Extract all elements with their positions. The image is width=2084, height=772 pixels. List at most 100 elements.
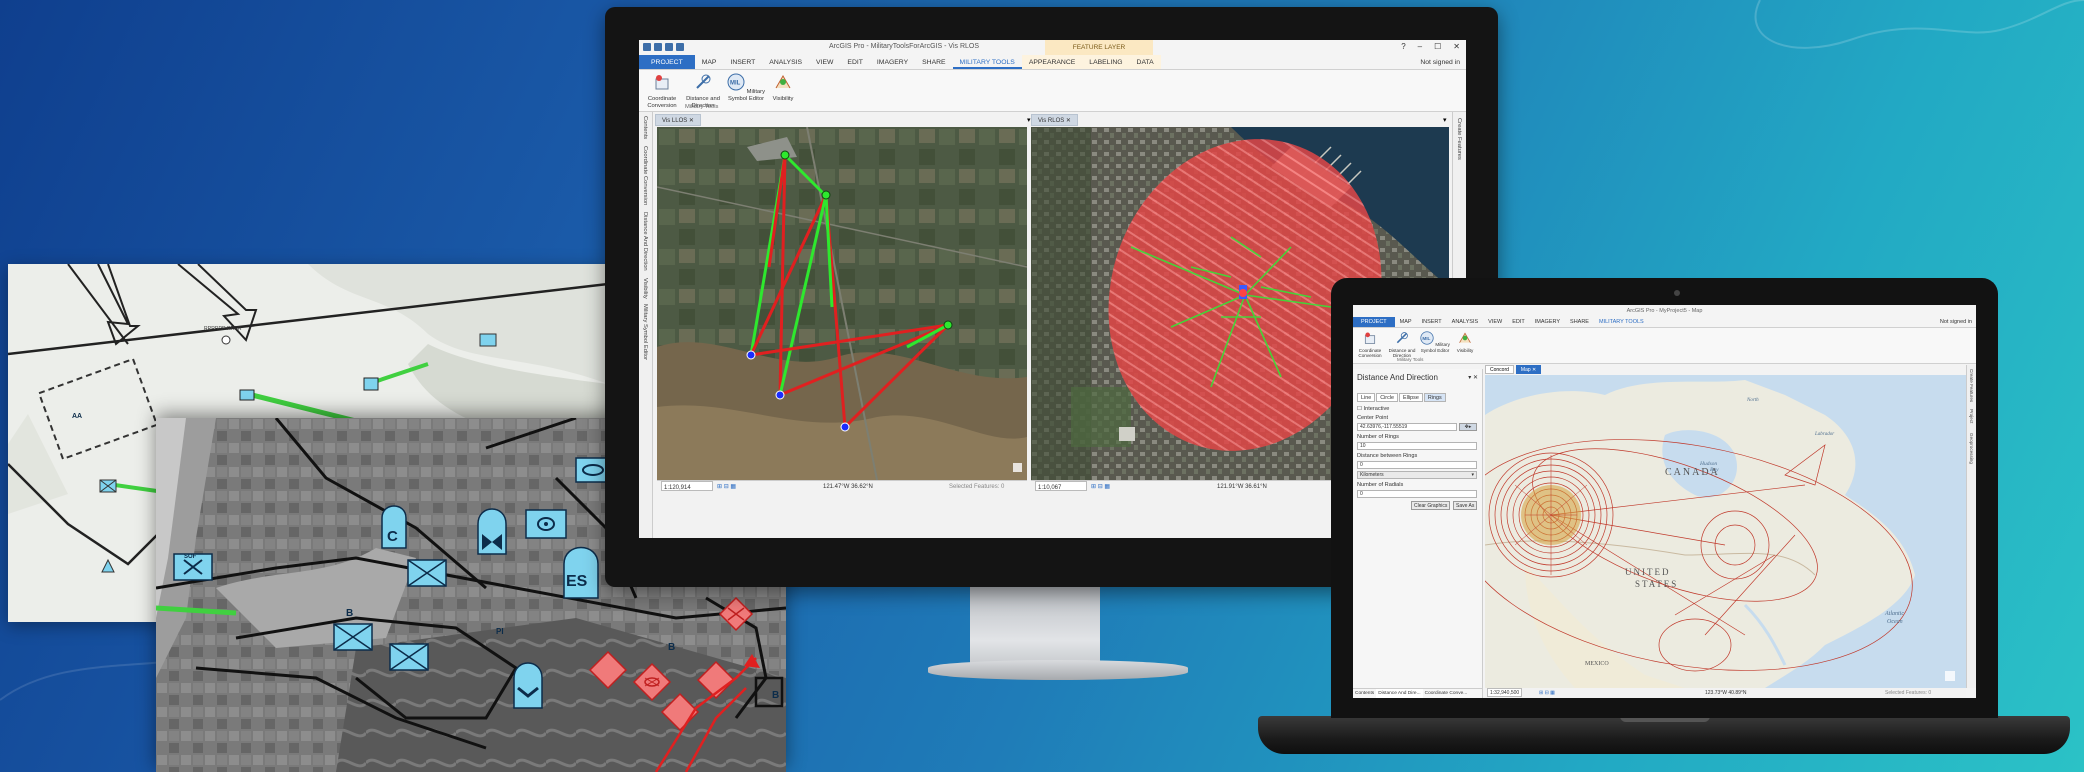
distance-rings-input[interactable]: 0 — [1357, 461, 1477, 469]
tab-data[interactable]: DATA — [1129, 55, 1161, 69]
military-symbol-editor-button[interactable]: MIL Military Symbol Editor — [1419, 331, 1451, 353]
tab-project[interactable]: PROJECT — [1353, 317, 1395, 327]
dock-tab-military-symbol-editor[interactable]: Military Symbol Editor — [642, 304, 648, 360]
interactive-checkbox[interactable]: ☐ Interactive — [1357, 406, 1389, 412]
tab-share[interactable]: SHARE — [915, 55, 952, 69]
tab-analysis[interactable]: ANALYSIS — [762, 55, 809, 69]
ribbon-group-label: Military Tools — [1397, 357, 1424, 362]
pane-menu-icon[interactable]: ▾ — [1027, 116, 1031, 124]
arcgis-pro-window-laptop: ArcGIS Pro - MyProject5 - Map PROJECT MA… — [1353, 305, 1976, 698]
dock-tab-coordinate-conversion[interactable]: Coordinate Conversion — [642, 146, 648, 205]
visibility-icon — [1459, 332, 1471, 343]
coordinates: 123.73°W 40.89°N — [1705, 690, 1747, 696]
save-as-button[interactable]: Save As — [1453, 501, 1478, 510]
quick-access-toolbar[interactable] — [643, 43, 684, 51]
map-label-atlantic: Atlantic — [1884, 611, 1904, 617]
dock-tab-create-features[interactable]: Create Features — [1456, 118, 1462, 160]
open-icon[interactable] — [654, 43, 662, 51]
pane-tab-contents[interactable]: Contents — [1353, 689, 1376, 698]
tab-appearance[interactable]: APPEARANCE — [1021, 55, 1083, 69]
signin-status[interactable]: Not signed in — [1935, 317, 1976, 327]
tab-vis-rlos[interactable]: Vis RLOS ✕ — [1031, 114, 1078, 126]
visibility-button[interactable]: Visibility — [1453, 331, 1477, 353]
symbol-sof: SOF — [184, 554, 197, 560]
tab-line[interactable]: Line — [1357, 393, 1376, 402]
dock-tab-contents[interactable]: Contents — [642, 116, 648, 139]
save-icon[interactable] — [665, 43, 673, 51]
num-rings-input[interactable]: 10 — [1357, 442, 1477, 450]
minimize-icon[interactable]: – — [1418, 42, 1422, 51]
map-label-ocean: Ocean — [1887, 619, 1903, 625]
tab-insert[interactable]: INSERT — [1417, 317, 1447, 327]
map-nav-icons[interactable]: ⊞ ⊟ ▦ — [717, 481, 736, 493]
visibility-button[interactable]: Visibility — [769, 73, 797, 103]
center-point-input[interactable]: 42.63976,-117.55519 — [1357, 423, 1457, 431]
close-icon[interactable]: ✕ — [1453, 42, 1460, 51]
tab-view[interactable]: VIEW — [809, 55, 840, 69]
coordinate-conversion-button[interactable]: Coordinate Conversion — [1355, 331, 1385, 359]
dock-tab-project[interactable]: Project — [1969, 409, 1974, 423]
scale-select-llos[interactable]: 1:120,914 — [661, 481, 713, 491]
coordinate-conversion-icon — [655, 75, 669, 90]
undo-icon[interactable] — [676, 43, 684, 51]
tab-analysis[interactable]: ANALYSIS — [1447, 317, 1484, 327]
tab-imagery[interactable]: IMAGERY — [870, 55, 915, 69]
radials-input[interactable]: 0 — [1357, 490, 1477, 498]
tab-military-tools[interactable]: MILITARY TOOLS — [952, 55, 1022, 69]
map-nav-icons[interactable]: ⊞ ⊟ ▦ — [1539, 688, 1555, 698]
scale-select[interactable]: 1:32,940,500 — [1487, 688, 1523, 697]
tab-edit[interactable]: EDIT — [840, 55, 869, 69]
pane-tab-distance-direction[interactable]: Distance And Dire... — [1376, 689, 1423, 698]
tab-rings[interactable]: Rings — [1423, 393, 1446, 402]
dock-tab-create-features[interactable]: Create Features — [1969, 369, 1974, 402]
units-value: Kilometers — [1360, 472, 1384, 478]
map-point-tool-icon[interactable]: ✥▸ — [1459, 423, 1477, 431]
laptop-map-tabs: Concord Map ✕ — [1485, 365, 1542, 374]
tab-vis-llos[interactable]: Vis LLOS ✕ — [655, 114, 701, 126]
dock-tab-visibility[interactable]: Visibility — [642, 278, 648, 299]
close-tab-icon[interactable]: ✕ — [689, 118, 694, 124]
tab-map[interactable]: MAP — [1395, 317, 1417, 327]
tab-concord[interactable]: Concord — [1485, 365, 1514, 374]
scale-select-rlos[interactable]: 1:10,067 — [1035, 481, 1087, 491]
pane-menu-icon[interactable]: ▾ — [1443, 116, 1447, 124]
maximize-icon[interactable]: ☐ — [1434, 42, 1441, 51]
new-icon[interactable] — [643, 43, 651, 51]
tab-view[interactable]: VIEW — [1483, 317, 1507, 327]
tab-labeling[interactable]: LABELING — [1082, 55, 1130, 69]
tab-project[interactable]: PROJECT — [639, 55, 695, 69]
pane-bottom-tabs: Contents Distance And Dire... Coordinate… — [1353, 688, 1483, 698]
window-title: ArcGIS Pro - MilitaryToolsForArcGIS - Vi… — [829, 43, 980, 50]
tab-map[interactable]: MAP — [695, 55, 724, 69]
help-icon[interactable]: ? — [1401, 42, 1405, 51]
dock-tab-geoprocessing[interactable]: Geoprocessing — [1969, 433, 1974, 464]
coordinate-conversion-button[interactable]: Coordinate Conversion — [643, 73, 681, 110]
north-america-map-view[interactable]: CANADA UNITED STATES MEXICO Hudson Bay A… — [1485, 375, 1966, 688]
ribbon: Coordinate Conversion Distance and Direc… — [639, 70, 1466, 112]
tab-circle[interactable]: Circle — [1376, 393, 1398, 402]
tab-share[interactable]: SHARE — [1565, 317, 1594, 327]
tab-map-view[interactable]: Map ✕ — [1515, 365, 1542, 374]
clear-graphics-button[interactable]: Clear Graphics — [1411, 501, 1451, 510]
pane-tab-coordinate-conversion[interactable]: Coordinate Conve... — [1423, 689, 1470, 698]
close-tab-icon[interactable]: ✕ — [1066, 118, 1071, 124]
center-point-label: Center Point — [1357, 415, 1389, 421]
military-symbol-editor-button[interactable]: MIL Military Symbol Editor — [725, 73, 767, 103]
units-select[interactable]: Kilometers ▾ — [1357, 471, 1477, 479]
tab-insert[interactable]: INSERT — [723, 55, 762, 69]
map-view-llos[interactable] — [657, 127, 1027, 480]
tab-imagery[interactable]: IMAGERY — [1530, 317, 1565, 327]
coordinate-conversion-icon — [1364, 332, 1376, 344]
signin-status[interactable]: Not signed in — [1413, 55, 1466, 69]
distance-direction-button[interactable]: Distance and Direction — [1387, 331, 1417, 359]
map-label-states: STATES — [1635, 579, 1678, 589]
num-rings-label: Number of Rings — [1357, 434, 1399, 440]
tab-ellipse[interactable]: Ellipse — [1398, 393, 1423, 402]
map1-label-aa: AA — [72, 413, 82, 420]
tab-edit[interactable]: EDIT — [1507, 317, 1530, 327]
map-nav-icons[interactable]: ⊞ ⊟ ▦ — [1091, 481, 1110, 493]
laptop-window-title: ArcGIS Pro - MyProject5 - Map — [1626, 308, 1703, 314]
dock-tab-distance-direction[interactable]: Distance And Direction — [642, 212, 648, 271]
tab-military-tools[interactable]: MILITARY TOOLS — [1594, 317, 1649, 327]
pane-close-icon[interactable]: ▾ ✕ — [1468, 374, 1478, 381]
